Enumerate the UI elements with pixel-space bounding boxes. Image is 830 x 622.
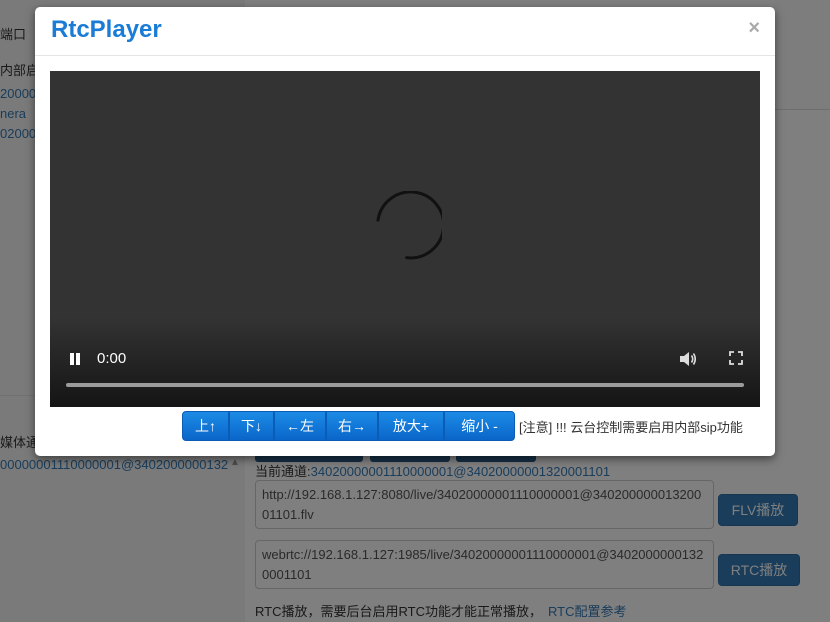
- ptz-left-button[interactable]: ←左: [274, 411, 326, 441]
- ptz-down-button[interactable]: 下↓: [229, 411, 274, 441]
- ptz-note: [注意] !!! 云台控制需要启用内部sip功能: [519, 420, 743, 435]
- video-player[interactable]: 0:00: [50, 71, 760, 407]
- controls-gradient: [50, 317, 760, 407]
- close-button[interactable]: ×: [748, 18, 760, 38]
- ptz-up-button[interactable]: 上↑: [182, 411, 229, 441]
- ptz-right-button[interactable]: 右→: [326, 411, 378, 441]
- modal-title: RtcPlayer: [51, 16, 162, 43]
- ptz-zoom-out-button[interactable]: 缩小 -: [444, 411, 515, 441]
- modal-header: RtcPlayer ×: [35, 7, 775, 56]
- current-time: 0:00: [97, 350, 127, 367]
- rtc-player-modal: RtcPlayer × 0:00 上↑ 下↓ ←左 右→ 放大+ 缩小 - [注意] !!…: [35, 7, 775, 456]
- progress-bar[interactable]: [66, 383, 744, 387]
- volume-icon[interactable]: [679, 351, 697, 367]
- fullscreen-icon[interactable]: [729, 351, 743, 365]
- pause-icon[interactable]: [68, 352, 82, 366]
- ptz-zoom-in-button[interactable]: 放大+: [378, 411, 444, 441]
- ptz-control-group: 上↑ 下↓ ←左 右→ 放大+ 缩小 -: [182, 411, 515, 441]
- loading-spinner-icon: [376, 191, 442, 260]
